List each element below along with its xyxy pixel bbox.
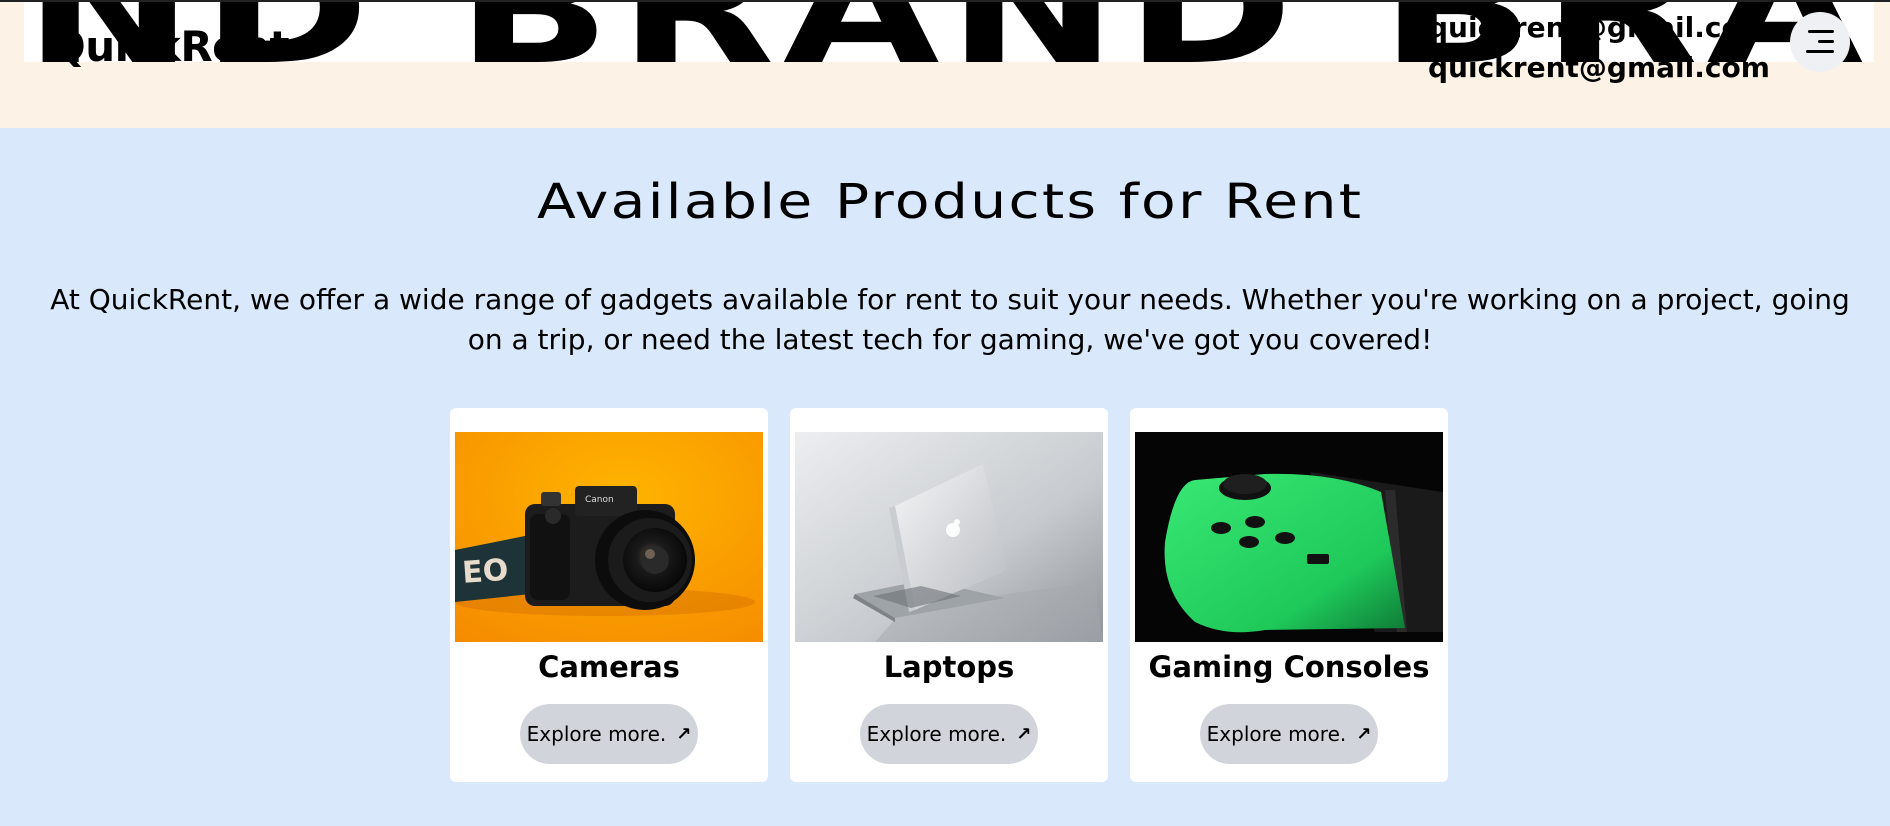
top-divider [0, 0, 1890, 2]
game-controller-photo [1135, 432, 1443, 642]
explore-cameras-button[interactable]: Explore more. ↗ [520, 704, 698, 764]
product-card-laptops: Laptops Explore more. ↗ [790, 408, 1108, 782]
site-header: ND BRAND BRAND QuickRent quickrent@gmail… [0, 0, 1890, 128]
arrow-up-right-icon: ↗ [1356, 723, 1372, 745]
explore-laptops-button[interactable]: Explore more. ↗ [860, 704, 1038, 764]
arrow-up-right-icon: ↗ [1016, 723, 1032, 745]
laptop-photo [795, 432, 1103, 642]
page-title: Available Products for Rent [0, 174, 1890, 230]
menu-button[interactable] [1790, 12, 1850, 72]
card-title-gaming-consoles: Gaming Consoles [1148, 650, 1430, 684]
products-section: Available Products for Rent At QuickRent… [0, 128, 1890, 826]
explore-button-label: Explore more. [866, 722, 1007, 746]
explore-button-label: Explore more. [526, 722, 667, 746]
card-title-cameras: Cameras [538, 650, 680, 684]
page-title-text: Available Products for Rent [536, 174, 1364, 230]
camera-photo: ЕО Canon [455, 432, 763, 642]
svg-text:ЕО: ЕО [461, 553, 509, 591]
contact-email-top[interactable]: quickrent@gmail.com [1428, 8, 1770, 48]
explore-button-label: Explore more. [1206, 722, 1347, 746]
product-cards: ЕО Canon Cameras Explore more. ↗ Laptops… [450, 408, 1448, 782]
product-card-cameras: ЕО Canon Cameras Explore more. ↗ [450, 408, 768, 782]
explore-gaming-consoles-button[interactable]: Explore more. ↗ [1200, 704, 1378, 764]
intro-text: At QuickRent, we offer a wide range of g… [50, 283, 1850, 356]
card-title-laptops: Laptops [883, 650, 1015, 684]
product-card-gaming-consoles: Gaming Consoles Explore more. ↗ [1130, 408, 1448, 782]
contact-email: quickrent@gmail.com quickrent@gmail.com [1428, 8, 1770, 88]
hamburger-menu-icon [1806, 30, 1834, 54]
site-logo[interactable]: QuickRent [50, 22, 290, 71]
contact-email-bottom[interactable]: quickrent@gmail.com [1428, 48, 1770, 88]
svg-text:Canon: Canon [585, 495, 614, 505]
arrow-up-right-icon: ↗ [676, 723, 692, 745]
